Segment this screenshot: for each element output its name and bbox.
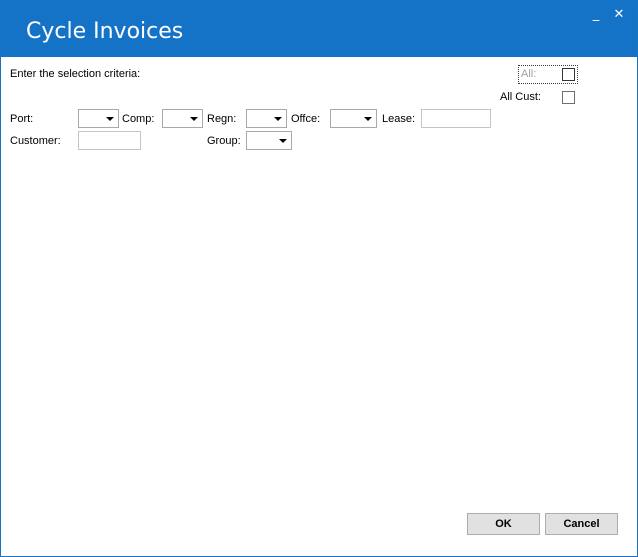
chevron-down-icon [364,117,372,121]
cycle-invoices-dialog: Cycle Invoices _ ✕ Enter the selection c… [0,0,638,557]
chevron-down-icon [279,139,287,143]
group-dropdown[interactable] [246,131,292,150]
selection-criteria-label: Enter the selection criteria: [10,68,141,80]
all-cust-checkbox[interactable] [562,91,575,104]
close-icon[interactable]: ✕ [611,7,627,23]
offce-label: Offce: [291,113,321,125]
ok-button[interactable]: OK [467,513,540,535]
minimize-icon[interactable]: _ [588,7,604,23]
all-cust-label: All Cust: [500,91,541,103]
offce-dropdown[interactable] [330,109,377,128]
cancel-button[interactable]: Cancel [545,513,618,535]
title-bar: Cycle Invoices _ ✕ [1,1,637,57]
port-label: Port: [10,113,34,125]
chevron-down-icon [106,117,114,121]
customer-label: Customer: [10,135,61,147]
regn-label: Regn: [207,113,237,125]
chevron-down-icon [274,117,282,121]
dialog-title: Cycle Invoices [26,19,184,44]
lease-input[interactable] [421,109,491,128]
all-checkbox[interactable] [562,68,575,81]
chevron-down-icon [190,117,198,121]
port-dropdown[interactable] [78,109,119,128]
lease-label: Lease: [382,113,416,125]
group-label: Group: [207,135,241,147]
comp-dropdown[interactable] [162,109,203,128]
all-label: All: [521,68,537,80]
regn-dropdown[interactable] [246,109,287,128]
comp-label: Comp: [122,113,155,125]
customer-input[interactable] [78,131,141,150]
